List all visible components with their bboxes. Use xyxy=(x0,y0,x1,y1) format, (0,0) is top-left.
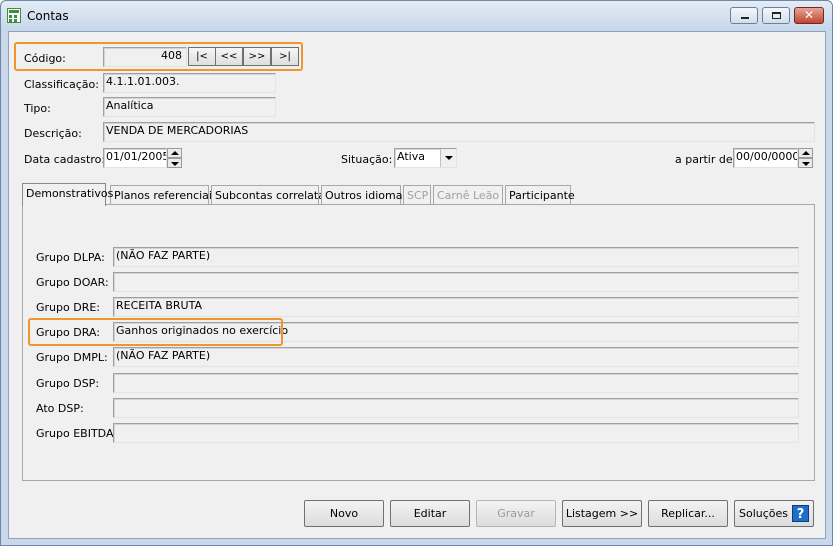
codigo-highlight xyxy=(14,42,303,71)
descricao-field[interactable]: VENDA DE MERCADORIAS xyxy=(103,122,815,142)
a-partir-label: a partir de: xyxy=(675,153,737,166)
close-icon: ✕ xyxy=(803,8,815,22)
grupo-dlpa-field[interactable]: (NÃO FAZ PARTE) xyxy=(113,247,799,267)
spin-down-icon[interactable] xyxy=(798,158,813,168)
novo-button[interactable]: Novo xyxy=(304,500,384,527)
grupo-dmpl-label: Grupo DMPL: xyxy=(36,351,108,364)
grupo-doar-label: Grupo DOAR: xyxy=(36,276,109,289)
gravar-button: Gravar xyxy=(476,500,556,527)
grupo-doar-field[interactable] xyxy=(113,272,799,292)
grupo-dlpa-label: Grupo DLPA: xyxy=(36,251,105,264)
tab-subcontas-correlatas[interactable]: Subcontas correlatas xyxy=(211,185,331,205)
situacao-label: Situação: xyxy=(341,153,393,166)
help-icon: ? xyxy=(792,505,809,522)
grupo-dre-label: Grupo DRE: xyxy=(36,301,100,314)
ato-dsp-label: Ato DSP: xyxy=(36,402,84,415)
a-partir-field[interactable]: 00/00/0000 xyxy=(733,148,798,168)
spin-up-icon[interactable] xyxy=(167,148,182,158)
form-area: Código: 408 |< << >> >| Classificação: 4… xyxy=(8,31,826,539)
classificacao-field[interactable]: 4.1.1.01.003. xyxy=(103,73,276,93)
editar-button[interactable]: Editar xyxy=(390,500,470,527)
solucoes-label: Soluções xyxy=(739,507,789,520)
tab-scp: SCP xyxy=(403,185,431,205)
chevron-down-icon[interactable] xyxy=(440,149,456,167)
ato-dsp-field[interactable] xyxy=(113,398,799,418)
tab-demonstrativos[interactable]: Demonstrativos xyxy=(22,183,113,206)
classificacao-label: Classificação: xyxy=(24,78,99,91)
window: Contas ✕ Código: 408 |< << >> >| Classif… xyxy=(0,0,833,546)
grupo-dsp-label: Grupo DSP: xyxy=(36,377,100,390)
dra-highlight xyxy=(28,318,283,346)
grupo-ebitda-label: Grupo EBITDA: xyxy=(36,427,118,440)
data-cadastro-label: Data cadastro: xyxy=(24,153,106,166)
situacao-value: Ativa xyxy=(397,150,425,163)
tipo-label: Tipo: xyxy=(24,102,51,115)
a-partir-spinner[interactable] xyxy=(798,148,813,168)
demonstrativos-panel: Grupo DLPA: (NÃO FAZ PARTE) Grupo DOAR: … xyxy=(22,204,815,481)
tab-carne-leao: Carnê Leão xyxy=(433,185,503,205)
grupo-dmpl-field[interactable]: (NÃO FAZ PARTE) xyxy=(113,347,799,367)
title-bar[interactable]: Contas ✕ xyxy=(1,1,832,31)
window-title: Contas xyxy=(27,9,69,23)
replicar-button[interactable]: Replicar... xyxy=(648,500,728,527)
maximize-button[interactable] xyxy=(762,7,790,24)
tipo-field[interactable]: Analítica xyxy=(103,97,276,117)
grupo-dre-field[interactable]: RECEITA BRUTA xyxy=(113,297,799,317)
close-button[interactable]: ✕ xyxy=(794,7,824,24)
minimize-icon xyxy=(741,17,749,19)
tab-outros-idiomas[interactable]: Outros idiomas xyxy=(321,185,408,205)
grupo-dsp-field[interactable] xyxy=(113,373,799,393)
grupo-ebitda-field[interactable] xyxy=(113,423,799,443)
minimize-button[interactable] xyxy=(730,7,758,24)
data-cadastro-field[interactable]: 01/01/2005 xyxy=(103,148,167,168)
tab-participante[interactable]: Participante xyxy=(505,185,575,205)
calculator-icon xyxy=(7,8,21,23)
solucoes-button[interactable]: Soluções ? xyxy=(734,500,814,527)
maximize-icon xyxy=(772,12,781,19)
situacao-select[interactable]: Ativa xyxy=(394,148,457,168)
spin-up-icon[interactable] xyxy=(798,148,813,158)
listagem-button[interactable]: Listagem >> xyxy=(562,500,642,527)
tab-planos-referenciais[interactable]: Planos referenciais xyxy=(110,185,218,205)
data-cadastro-spinner[interactable] xyxy=(167,148,182,168)
descricao-label: Descrição: xyxy=(24,127,82,140)
spin-down-icon[interactable] xyxy=(167,158,182,168)
